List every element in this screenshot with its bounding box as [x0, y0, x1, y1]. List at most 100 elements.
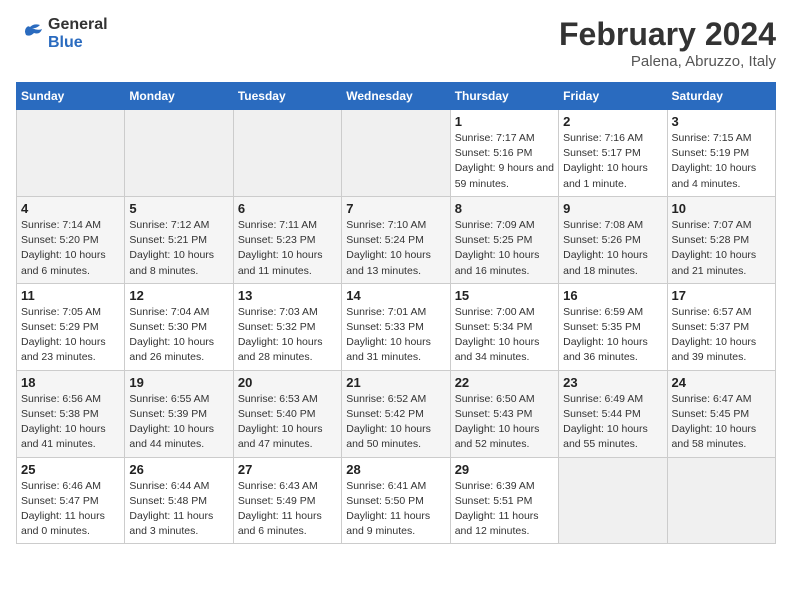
day-number: 13	[238, 288, 337, 303]
weekday-header: Sunday	[17, 83, 125, 110]
calendar-cell: 22 Sunrise: 6:50 AMSunset: 5:43 PMDayligh…	[450, 370, 558, 457]
day-info: Sunrise: 6:47 AMSunset: 5:45 PMDaylight:…	[672, 392, 771, 453]
calendar-cell: 18 Sunrise: 6:56 AMSunset: 5:38 PMDayligh…	[17, 370, 125, 457]
day-info: Sunrise: 6:39 AMSunset: 5:51 PMDaylight:…	[455, 479, 554, 540]
calendar-cell: 12 Sunrise: 7:04 AMSunset: 5:30 PMDayligh…	[125, 283, 233, 370]
calendar-cell	[125, 110, 233, 197]
day-number: 4	[21, 201, 120, 216]
day-number: 11	[21, 288, 120, 303]
calendar-cell: 24 Sunrise: 6:47 AMSunset: 5:45 PMDayligh…	[667, 370, 775, 457]
day-info: Sunrise: 6:59 AMSunset: 5:35 PMDaylight:…	[563, 305, 662, 366]
calendar-cell: 4Sunrise: 7:14 AMSunset: 5:20 PMDaylight…	[17, 196, 125, 283]
day-number: 26	[129, 462, 228, 477]
logo-icon	[16, 23, 44, 45]
day-info: Sunrise: 6:53 AMSunset: 5:40 PMDaylight:…	[238, 392, 337, 453]
day-number: 12	[129, 288, 228, 303]
weekday-header-row: SundayMondayTuesdayWednesdayThursdayFrid…	[17, 83, 776, 110]
day-number: 6	[238, 201, 337, 216]
day-number: 23	[563, 375, 662, 390]
day-number: 24	[672, 375, 771, 390]
calendar-cell: 14 Sunrise: 7:01 AMSunset: 5:33 PMDayligh…	[342, 283, 450, 370]
weekday-header: Tuesday	[233, 83, 341, 110]
day-info: Sunrise: 7:08 AMSunset: 5:26 PMDaylight:…	[563, 218, 662, 279]
day-number: 10	[672, 201, 771, 216]
weekday-header: Saturday	[667, 83, 775, 110]
calendar-table: SundayMondayTuesdayWednesdayThursdayFrid…	[16, 82, 776, 544]
day-info: Sunrise: 6:49 AMSunset: 5:44 PMDaylight:…	[563, 392, 662, 453]
calendar-cell: 27 Sunrise: 6:43 AMSunset: 5:49 PMDayligh…	[233, 457, 341, 544]
day-info: Sunrise: 7:01 AMSunset: 5:33 PMDaylight:…	[346, 305, 445, 366]
day-info: Sunrise: 6:50 AMSunset: 5:43 PMDaylight:…	[455, 392, 554, 453]
calendar-cell: 10 Sunrise: 7:07 AMSunset: 5:28 PMDayligh…	[667, 196, 775, 283]
day-info: Sunrise: 7:05 AMSunset: 5:29 PMDaylight:…	[21, 305, 120, 366]
day-info: Sunrise: 6:57 AMSunset: 5:37 PMDaylight:…	[672, 305, 771, 366]
calendar-cell: 13 Sunrise: 7:03 AMSunset: 5:32 PMDayligh…	[233, 283, 341, 370]
day-number: 15	[455, 288, 554, 303]
calendar-cell: 16 Sunrise: 6:59 AMSunset: 5:35 PMDayligh…	[559, 283, 667, 370]
day-info: Sunrise: 7:03 AMSunset: 5:32 PMDaylight:…	[238, 305, 337, 366]
day-number: 1	[455, 114, 554, 129]
title-area: February 2024 Palena, Abruzzo, Italy	[559, 16, 776, 70]
day-info: Sunrise: 7:04 AMSunset: 5:30 PMDaylight:…	[129, 305, 228, 366]
day-number: 18	[21, 375, 120, 390]
calendar-cell: 15Sunrise: 7:00 AMSunset: 5:34 PMDayligh…	[450, 283, 558, 370]
day-info: Sunrise: 6:44 AMSunset: 5:48 PMDaylight:…	[129, 479, 228, 540]
day-info: Sunrise: 7:09 AMSunset: 5:25 PMDaylight:…	[455, 218, 554, 279]
calendar-cell	[342, 110, 450, 197]
calendar-subtitle: Palena, Abruzzo, Italy	[559, 53, 776, 70]
calendar-cell: 17 Sunrise: 6:57 AMSunset: 5:37 PMDayligh…	[667, 283, 775, 370]
day-info: Sunrise: 7:07 AMSunset: 5:28 PMDaylight:…	[672, 218, 771, 279]
logo: General Blue	[16, 16, 108, 51]
calendar-week-row: 1 Sunrise: 7:17 AMSunset: 5:16 PMDaylight…	[17, 110, 776, 197]
day-info: Sunrise: 7:15 AMSunset: 5:19 PMDaylight:…	[672, 131, 771, 192]
day-number: 8	[455, 201, 554, 216]
calendar-cell: 1 Sunrise: 7:17 AMSunset: 5:16 PMDaylight…	[450, 110, 558, 197]
day-info: Sunrise: 6:41 AMSunset: 5:50 PMDaylight:…	[346, 479, 445, 540]
calendar-week-row: 4Sunrise: 7:14 AMSunset: 5:20 PMDaylight…	[17, 196, 776, 283]
day-number: 22	[455, 375, 554, 390]
day-info: Sunrise: 7:10 AMSunset: 5:24 PMDaylight:…	[346, 218, 445, 279]
day-number: 16	[563, 288, 662, 303]
calendar-cell: 21Sunrise: 6:52 AMSunset: 5:42 PMDayligh…	[342, 370, 450, 457]
logo-text: General Blue	[48, 16, 108, 51]
calendar-week-row: 25 Sunrise: 6:46 AMSunset: 5:47 PMDayligh…	[17, 457, 776, 544]
weekday-header: Friday	[559, 83, 667, 110]
calendar-cell: 23 Sunrise: 6:49 AMSunset: 5:44 PMDayligh…	[559, 370, 667, 457]
weekday-header: Wednesday	[342, 83, 450, 110]
calendar-cell: 9Sunrise: 7:08 AMSunset: 5:26 PMDaylight…	[559, 196, 667, 283]
calendar-cell: 2 Sunrise: 7:16 AMSunset: 5:17 PMDaylight…	[559, 110, 667, 197]
day-number: 5	[129, 201, 228, 216]
calendar-title: February 2024	[559, 16, 776, 53]
day-number: 20	[238, 375, 337, 390]
day-info: Sunrise: 6:55 AMSunset: 5:39 PMDaylight:…	[129, 392, 228, 453]
calendar-cell: 6 Sunrise: 7:11 AMSunset: 5:23 PMDaylight…	[233, 196, 341, 283]
day-number: 28	[346, 462, 445, 477]
calendar-week-row: 18 Sunrise: 6:56 AMSunset: 5:38 PMDayligh…	[17, 370, 776, 457]
calendar-cell: 25 Sunrise: 6:46 AMSunset: 5:47 PMDayligh…	[17, 457, 125, 544]
day-number: 2	[563, 114, 662, 129]
day-info: Sunrise: 6:46 AMSunset: 5:47 PMDaylight:…	[21, 479, 120, 540]
day-info: Sunrise: 7:11 AMSunset: 5:23 PMDaylight:…	[238, 218, 337, 279]
calendar-week-row: 11 Sunrise: 7:05 AMSunset: 5:29 PMDayligh…	[17, 283, 776, 370]
calendar-cell	[233, 110, 341, 197]
calendar-cell: 3 Sunrise: 7:15 AMSunset: 5:19 PMDaylight…	[667, 110, 775, 197]
day-info: Sunrise: 6:43 AMSunset: 5:49 PMDaylight:…	[238, 479, 337, 540]
day-number: 27	[238, 462, 337, 477]
calendar-cell: 7 Sunrise: 7:10 AMSunset: 5:24 PMDaylight…	[342, 196, 450, 283]
calendar-cell: 28 Sunrise: 6:41 AMSunset: 5:50 PMDayligh…	[342, 457, 450, 544]
day-info: Sunrise: 7:17 AMSunset: 5:16 PMDaylight:…	[455, 131, 554, 192]
day-number: 7	[346, 201, 445, 216]
header: General Blue February 2024 Palena, Abruz…	[16, 16, 776, 70]
day-number: 21	[346, 375, 445, 390]
calendar-cell: 5Sunrise: 7:12 AMSunset: 5:21 PMDaylight…	[125, 196, 233, 283]
calendar-cell	[17, 110, 125, 197]
day-number: 3	[672, 114, 771, 129]
calendar-cell	[667, 457, 775, 544]
day-info: Sunrise: 7:16 AMSunset: 5:17 PMDaylight:…	[563, 131, 662, 192]
calendar-cell	[559, 457, 667, 544]
day-number: 14	[346, 288, 445, 303]
weekday-header: Thursday	[450, 83, 558, 110]
day-number: 17	[672, 288, 771, 303]
day-info: Sunrise: 6:56 AMSunset: 5:38 PMDaylight:…	[21, 392, 120, 453]
day-number: 25	[21, 462, 120, 477]
